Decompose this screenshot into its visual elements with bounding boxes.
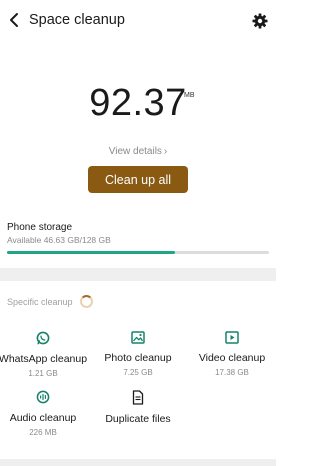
storage-progress-bar xyxy=(7,251,269,254)
page-title: Space cleanup xyxy=(29,12,125,28)
loading-spinner-icon xyxy=(80,295,93,308)
duplicate-files-tile[interactable]: Duplicate files xyxy=(92,390,184,429)
section-divider xyxy=(0,268,276,281)
clean-up-all-button[interactable]: Clean up all xyxy=(88,166,188,193)
tile-size: 17.38 GB xyxy=(215,368,249,377)
whatsapp-icon xyxy=(36,331,50,345)
video-cleanup-tile[interactable]: Video cleanup 17.38 GB xyxy=(186,331,278,377)
photo-icon xyxy=(131,331,145,344)
audio-icon xyxy=(36,390,50,404)
bottom-divider xyxy=(0,459,276,466)
whatsapp-cleanup-tile[interactable]: WhatsApp cleanup 1.21 GB xyxy=(0,331,89,378)
junk-size-display: 92.37 MB xyxy=(0,82,276,125)
chevron-right-icon: › xyxy=(163,146,168,157)
view-details-label: View details xyxy=(108,146,162,157)
photo-cleanup-tile[interactable]: Photo cleanup 7.25 GB xyxy=(92,331,184,377)
tile-size: 7.25 GB xyxy=(123,368,153,377)
tile-size: 226 MB xyxy=(29,428,57,437)
junk-size-value: 92.37 xyxy=(89,82,187,124)
duplicate-file-icon xyxy=(132,390,144,405)
arrow-back-icon[interactable] xyxy=(7,11,21,29)
tile-size: 1.21 GB xyxy=(28,369,58,378)
phone-storage-available: Available 46.63 GB/128 GB xyxy=(7,235,111,245)
gear-icon[interactable] xyxy=(252,13,268,29)
view-details-link[interactable]: View details › xyxy=(0,146,276,157)
audio-cleanup-tile[interactable]: Audio cleanup 226 MB xyxy=(0,390,89,437)
phone-storage-title: Phone storage xyxy=(7,222,73,233)
tile-label: Photo cleanup xyxy=(104,352,172,364)
tile-label: Audio cleanup xyxy=(9,412,77,424)
storage-progress-fill xyxy=(7,251,175,254)
tile-label: Duplicate files xyxy=(105,413,171,425)
video-icon xyxy=(225,331,239,344)
tile-label: WhatsApp cleanup xyxy=(0,353,88,365)
app-header: Space cleanup xyxy=(0,0,276,40)
specific-cleanup-title: Specific cleanup xyxy=(7,297,73,307)
junk-size-unit: MB xyxy=(184,92,195,99)
tile-label: Video cleanup xyxy=(198,352,266,364)
